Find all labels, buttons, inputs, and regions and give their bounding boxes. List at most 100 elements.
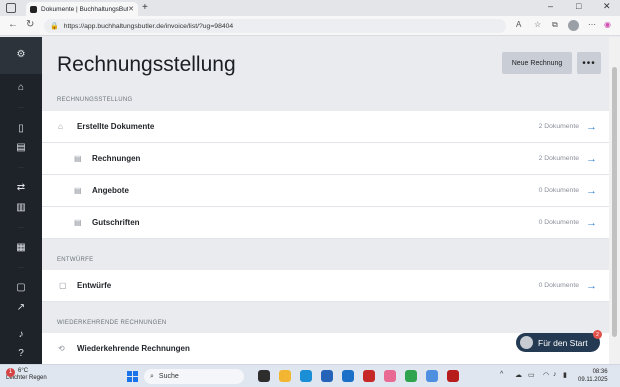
row-angebote[interactable]: ▤ Angebote 0 Dokumente →: [42, 175, 609, 207]
weather-alert-icon: 1: [6, 368, 15, 377]
reload-icon[interactable]: ↻: [26, 19, 34, 30]
copilot-icon[interactable]: ◉: [604, 20, 611, 29]
gear-icon: ⚙: [16, 49, 26, 60]
new-tab-icon[interactable]: +: [142, 2, 148, 13]
sidebar-settings-tile[interactable]: ⚙: [0, 37, 42, 74]
clipboard-icon[interactable]: ▢: [0, 282, 42, 293]
row-count: 2 Dokumente: [538, 155, 579, 162]
row-label: Erstellte Dokumente: [77, 122, 155, 131]
outlook-icon[interactable]: [342, 370, 354, 382]
search-placeholder: Suche: [158, 373, 179, 380]
file-icon: ▤: [74, 186, 82, 195]
url-field[interactable]: 🔒 https://app.buchhaltungsbutler.de/invo…: [44, 19, 506, 33]
home-icon[interactable]: ⌂: [0, 82, 42, 93]
app-sidebar: ⚙ ⌂ ··· ▯ ▤ ··· ⇄ ▥ ··· ▦ ··· ▢ ↗ ♪ ?: [0, 37, 42, 364]
row-gutschriften[interactable]: ▤ Gutschriften 0 Dokumente →: [42, 207, 609, 239]
page-title: Rechnungsstellung: [57, 53, 236, 76]
store-icon[interactable]: [321, 370, 333, 382]
arrow-right-icon[interactable]: →: [586, 121, 597, 133]
wifi-icon[interactable]: ◠: [543, 371, 549, 379]
onboarding-button[interactable]: Für den Start 2: [516, 330, 602, 352]
section-label-rechnungsstellung: RECHNUNGSSTELLUNG: [57, 97, 133, 103]
row-entwuerfe[interactable]: ▢ Entwürfe 0 Dokumente →: [42, 270, 609, 302]
new-invoice-button[interactable]: Neue Rechnung: [502, 52, 572, 74]
sidebar-separator: ···: [18, 225, 24, 231]
lock-icon: 🔒: [50, 23, 59, 30]
sidebar-separator: ···: [18, 265, 24, 271]
close-window-icon[interactable]: ✕: [603, 1, 611, 12]
address-bar: ← ↻ 🔒 https://app.buchhaltungsbutler.de/…: [0, 16, 620, 36]
row-rechnungen[interactable]: ▤ Rechnungen 2 Dokumente →: [42, 143, 609, 175]
arrow-right-icon[interactable]: →: [586, 153, 597, 165]
butler-favicon-icon: [30, 5, 37, 13]
mcafee-secondary-icon[interactable]: [447, 370, 459, 382]
minimize-icon[interactable]: –: [548, 1, 553, 11]
more-options-button[interactable]: •••: [577, 52, 601, 74]
file-explorer-icon[interactable]: [279, 370, 291, 382]
browser-tab-strip: Dokumente | BuchhaltungsButler ✕ + – □ ✕: [0, 0, 620, 16]
assistant-avatar: [520, 336, 533, 349]
document-icon[interactable]: ▯: [0, 123, 42, 134]
arrow-right-icon[interactable]: →: [586, 217, 597, 229]
keyboard-icon[interactable]: ▭: [528, 371, 535, 379]
back-icon[interactable]: ←: [8, 19, 18, 30]
browser-menu-icon[interactable]: ⋯: [588, 20, 596, 29]
bell-icon[interactable]: ♪: [0, 329, 42, 340]
invoice-icon[interactable]: ▤: [0, 142, 42, 153]
windows-taskbar: 1 6°C Leichter Regen ⌕ Suche ^ ☁ ▭ ◠ ♪ ▮…: [0, 364, 620, 387]
chevron-up-icon[interactable]: ^: [500, 371, 503, 378]
browser-tab[interactable]: Dokumente | BuchhaltungsButler ✕: [26, 2, 138, 16]
repeat-icon: ⟲: [58, 344, 65, 353]
volume-icon[interactable]: ♪: [553, 371, 557, 378]
section-label-wiederkehrend: WIEDERKEHRENDE RECHNUNGEN: [57, 320, 167, 326]
search-icon: ⌕: [150, 372, 154, 380]
task-view-icon[interactable]: [258, 370, 270, 382]
read-aloud-icon[interactable]: A: [516, 20, 521, 29]
row-count: 2 Dokumente: [538, 123, 579, 130]
favorite-star-icon[interactable]: ☆: [534, 20, 541, 29]
arrow-right-icon[interactable]: →: [586, 185, 597, 197]
page-scrollbar[interactable]: [609, 37, 620, 364]
clock-date: 09.11.2025: [578, 377, 608, 383]
chrome-icon[interactable]: [405, 370, 417, 382]
mcafee-icon[interactable]: [363, 370, 375, 382]
temperature: 6°C: [18, 368, 29, 374]
photos-icon[interactable]: [384, 370, 396, 382]
sidebar-separator: ···: [18, 165, 24, 171]
profile-avatar[interactable]: [568, 20, 579, 31]
chart-icon[interactable]: ↗: [0, 302, 42, 313]
arrow-right-icon[interactable]: →: [586, 280, 597, 292]
row-erstellte-dokumente[interactable]: ⌂ Erstellte Dokumente 2 Dokumente →: [42, 111, 609, 143]
sidebar-separator: ···: [18, 105, 24, 111]
weather-widget[interactable]: 1 6°C Leichter Regen: [6, 368, 47, 382]
row-label: Gutschriften: [92, 218, 140, 227]
clock-time: 08:36: [592, 369, 608, 375]
main-content: Rechnungsstellung Neue Rechnung ••• RECH…: [42, 37, 609, 364]
draft-file-icon: ▢: [59, 281, 67, 290]
close-tab-icon[interactable]: ✕: [128, 5, 134, 13]
photos-app-icon[interactable]: [426, 370, 438, 382]
file-icon: ▤: [74, 154, 82, 163]
row-label: Angebote: [92, 186, 129, 195]
cloud-icon[interactable]: ☁: [515, 371, 522, 379]
stack-icon: ⌂: [58, 122, 63, 131]
transfer-icon[interactable]: ⇄: [0, 182, 42, 193]
row-label: Wiederkehrende Rechnungen: [77, 344, 190, 353]
system-clock[interactable]: 08:36 09.11.2025: [578, 368, 608, 384]
url-text: https://app.buchhaltungsbutler.de/invoic…: [63, 22, 234, 30]
onboarding-badge: 2: [593, 330, 602, 339]
scrollbar-thumb[interactable]: [612, 67, 617, 337]
help-icon[interactable]: ?: [0, 348, 42, 359]
ledger-icon[interactable]: ▥: [0, 202, 42, 213]
row-label: Entwürfe: [77, 281, 112, 290]
edge-icon[interactable]: [300, 370, 312, 382]
battery-icon[interactable]: ▮: [563, 371, 567, 379]
workspaces-icon[interactable]: [6, 3, 16, 13]
onboarding-label: Für den Start: [538, 337, 588, 348]
row-count: 0 Dokumente: [538, 187, 579, 194]
collections-icon[interactable]: ⧉: [552, 20, 558, 30]
windows-start-icon[interactable]: [127, 371, 138, 382]
bank-icon[interactable]: ▦: [0, 242, 42, 253]
maximize-icon[interactable]: □: [576, 1, 581, 11]
taskbar-search[interactable]: ⌕ Suche: [144, 369, 244, 384]
